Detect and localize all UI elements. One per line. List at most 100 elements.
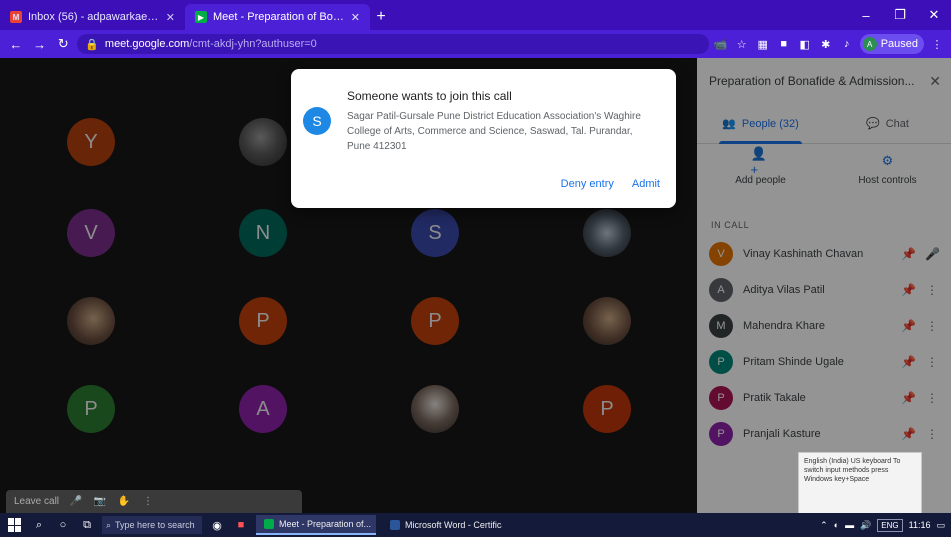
close-icon[interactable]: ✕ bbox=[929, 73, 941, 90]
browser-tab-strip: M Inbox (56) - adpawarkaeeliganil@gmail.… bbox=[0, 0, 951, 30]
mic-icon[interactable]: 🎤 bbox=[69, 496, 83, 507]
tab-label: Inbox (56) - adpawarkaeeliganil@gmail.co… bbox=[28, 11, 160, 23]
tab-gmail[interactable]: M Inbox (56) - adpawarkaeeliganil@gmail.… bbox=[0, 4, 185, 30]
back-icon[interactable]: ← bbox=[6, 34, 26, 54]
task-view-icon[interactable]: ⧉ bbox=[78, 516, 96, 534]
more-icon[interactable]: ⋮ bbox=[925, 319, 939, 333]
tile-letter: P bbox=[428, 309, 442, 332]
language-indicator[interactable]: ENG bbox=[877, 518, 903, 532]
battery-icon[interactable]: ▬ bbox=[845, 520, 854, 530]
more-icon[interactable]: ⋮ bbox=[925, 391, 939, 405]
participant-row[interactable]: M Mahendra Khare 📌 ⋮ bbox=[697, 308, 951, 344]
input-method-tooltip: English (India) US keyboard To switch in… bbox=[798, 452, 922, 518]
app-icon[interactable]: ■ bbox=[232, 516, 250, 534]
media-icon[interactable]: ♪ bbox=[839, 36, 855, 52]
camera-icon[interactable]: 📷 bbox=[93, 496, 107, 507]
taskbar-app-meet[interactable]: Meet - Preparation of... bbox=[256, 515, 376, 535]
avatar: P bbox=[709, 386, 733, 410]
close-window-button[interactable]: ✕ bbox=[917, 0, 951, 30]
participant-row[interactable]: P Pratik Takale 📌 ⋮ bbox=[697, 380, 951, 416]
maximize-button[interactable]: ❐ bbox=[883, 0, 917, 30]
menu-icon[interactable]: ⋮ bbox=[929, 36, 945, 52]
leave-call-label[interactable]: Leave call bbox=[14, 496, 59, 507]
participant-name: Mahendra Khare bbox=[743, 320, 825, 332]
tile-v[interactable]: V bbox=[67, 209, 115, 257]
tile-letter: V bbox=[84, 221, 98, 244]
tab-people[interactable]: 👥 People (32) bbox=[697, 104, 824, 144]
tile-p-4[interactable]: P bbox=[583, 385, 631, 433]
panel-header: Preparation of Bonafide & Admission... ✕ bbox=[697, 58, 951, 104]
tile-s[interactable]: S bbox=[411, 209, 459, 257]
tile-n[interactable]: N bbox=[239, 209, 287, 257]
participant-row[interactable]: P Pritam Shinde Ugale 📌 ⋮ bbox=[697, 344, 951, 380]
pin-icon[interactable]: 📌 bbox=[901, 247, 916, 261]
tile-photo-3[interactable] bbox=[67, 297, 115, 345]
tile-p-3[interactable]: P bbox=[67, 385, 115, 433]
reload-icon[interactable]: ↻ bbox=[53, 34, 73, 54]
camera-icon[interactable]: 📹 bbox=[713, 36, 729, 52]
star-icon[interactable]: ☆ bbox=[734, 36, 750, 52]
dialog-heading: Someone wants to join this call bbox=[347, 89, 512, 103]
more-icon[interactable]: ⋮ bbox=[141, 496, 155, 507]
pin-icon[interactable]: 📌 bbox=[901, 283, 916, 297]
tab-meet[interactable]: ▶ Meet - Preparation of Bonafide Certifi… bbox=[185, 4, 370, 30]
participant-row[interactable]: A Aditya Vilas Patil 📌 ⋮ bbox=[697, 272, 951, 308]
admit-button[interactable]: Admit bbox=[632, 178, 660, 190]
profile-button[interactable]: A Paused bbox=[859, 34, 925, 54]
extension-icon[interactable]: ◧ bbox=[797, 36, 813, 52]
chevron-up-icon[interactable]: ⌃ bbox=[820, 520, 828, 531]
mic-icon[interactable]: 🎤 bbox=[925, 247, 940, 261]
extension-icon[interactable]: ■ bbox=[776, 36, 792, 52]
people-panel: Preparation of Bonafide & Admission... ✕… bbox=[697, 58, 951, 513]
pin-icon[interactable]: 📌 bbox=[901, 355, 916, 369]
search-icon[interactable]: ⌕ bbox=[30, 516, 48, 534]
tile-photo-4[interactable] bbox=[583, 297, 631, 345]
hand-icon[interactable]: ✋ bbox=[117, 496, 131, 507]
tab-chat[interactable]: 💬 Chat bbox=[824, 104, 951, 143]
window-controls: – ❐ ✕ bbox=[849, 0, 951, 30]
address-bar[interactable]: 🔒 meet.google.com/cmt-akdj-yhn?authuser=… bbox=[77, 34, 709, 54]
deny-entry-button[interactable]: Deny entry bbox=[561, 178, 614, 190]
pin-icon[interactable]: 📌 bbox=[901, 391, 916, 405]
close-icon[interactable]: ✕ bbox=[351, 11, 360, 24]
more-icon[interactable]: ⋮ bbox=[925, 427, 939, 441]
more-icon[interactable]: ⋮ bbox=[925, 283, 939, 297]
tile-p-2[interactable]: P bbox=[411, 297, 459, 345]
host-controls-button[interactable]: ⚙ Host controls bbox=[824, 152, 951, 206]
participant-name: Pritam Shinde Ugale bbox=[743, 356, 844, 368]
notifications-icon[interactable]: ▭ bbox=[936, 520, 945, 531]
action-label: Add people bbox=[735, 175, 786, 186]
pin-icon[interactable]: 📌 bbox=[901, 319, 916, 333]
extension-icon[interactable]: ▦ bbox=[755, 36, 771, 52]
chat-icon: 💬 bbox=[866, 118, 880, 130]
minimize-button[interactable]: – bbox=[849, 0, 883, 30]
browser-toolbar: ← → ↻ 🔒 meet.google.com/cmt-akdj-yhn?aut… bbox=[0, 30, 951, 58]
forward-icon[interactable]: → bbox=[30, 34, 50, 54]
taskbar-app-label: Meet - Preparation of... bbox=[279, 519, 372, 529]
tab-label: Meet - Preparation of Bonafide Certifica… bbox=[213, 11, 345, 23]
tile-photo-2[interactable] bbox=[583, 209, 631, 257]
taskbar-search[interactable]: ⌕ Type here to search bbox=[102, 516, 202, 534]
close-icon[interactable]: ✕ bbox=[166, 11, 175, 24]
tile-y[interactable]: Y bbox=[67, 118, 115, 166]
tile-a[interactable]: A bbox=[239, 385, 287, 433]
participant-row[interactable]: V Vinay Kashinath Chavan 📌 🎤 bbox=[697, 236, 951, 272]
tile-photo-1[interactable] bbox=[239, 118, 287, 166]
tile-p-1[interactable]: P bbox=[239, 297, 287, 345]
cortana-icon[interactable]: ○ bbox=[54, 516, 72, 534]
windows-start-icon[interactable] bbox=[6, 516, 24, 534]
more-icon[interactable]: ⋮ bbox=[925, 355, 939, 369]
participant-row[interactable]: P Pranjali Kasture 📌 ⋮ bbox=[697, 416, 951, 452]
chrome-icon[interactable]: ◉ bbox=[208, 516, 226, 534]
pin-icon[interactable]: 📌 bbox=[901, 427, 916, 441]
puzzle-icon[interactable]: ✱ bbox=[818, 36, 834, 52]
clock[interactable]: 11:16 bbox=[909, 520, 931, 530]
tile-letter: A bbox=[256, 397, 270, 420]
new-tab-button[interactable]: + bbox=[370, 4, 392, 30]
volume-icon[interactable]: 🔊 bbox=[860, 520, 871, 531]
network-icon[interactable]: ◐ bbox=[834, 520, 839, 530]
tab-label: People (32) bbox=[741, 117, 799, 130]
add-people-button[interactable]: 👤+ Add people bbox=[697, 146, 824, 206]
tile-photo-5[interactable] bbox=[411, 385, 459, 433]
taskbar-app-word[interactable]: Microsoft Word - Certificate... bbox=[382, 515, 502, 535]
